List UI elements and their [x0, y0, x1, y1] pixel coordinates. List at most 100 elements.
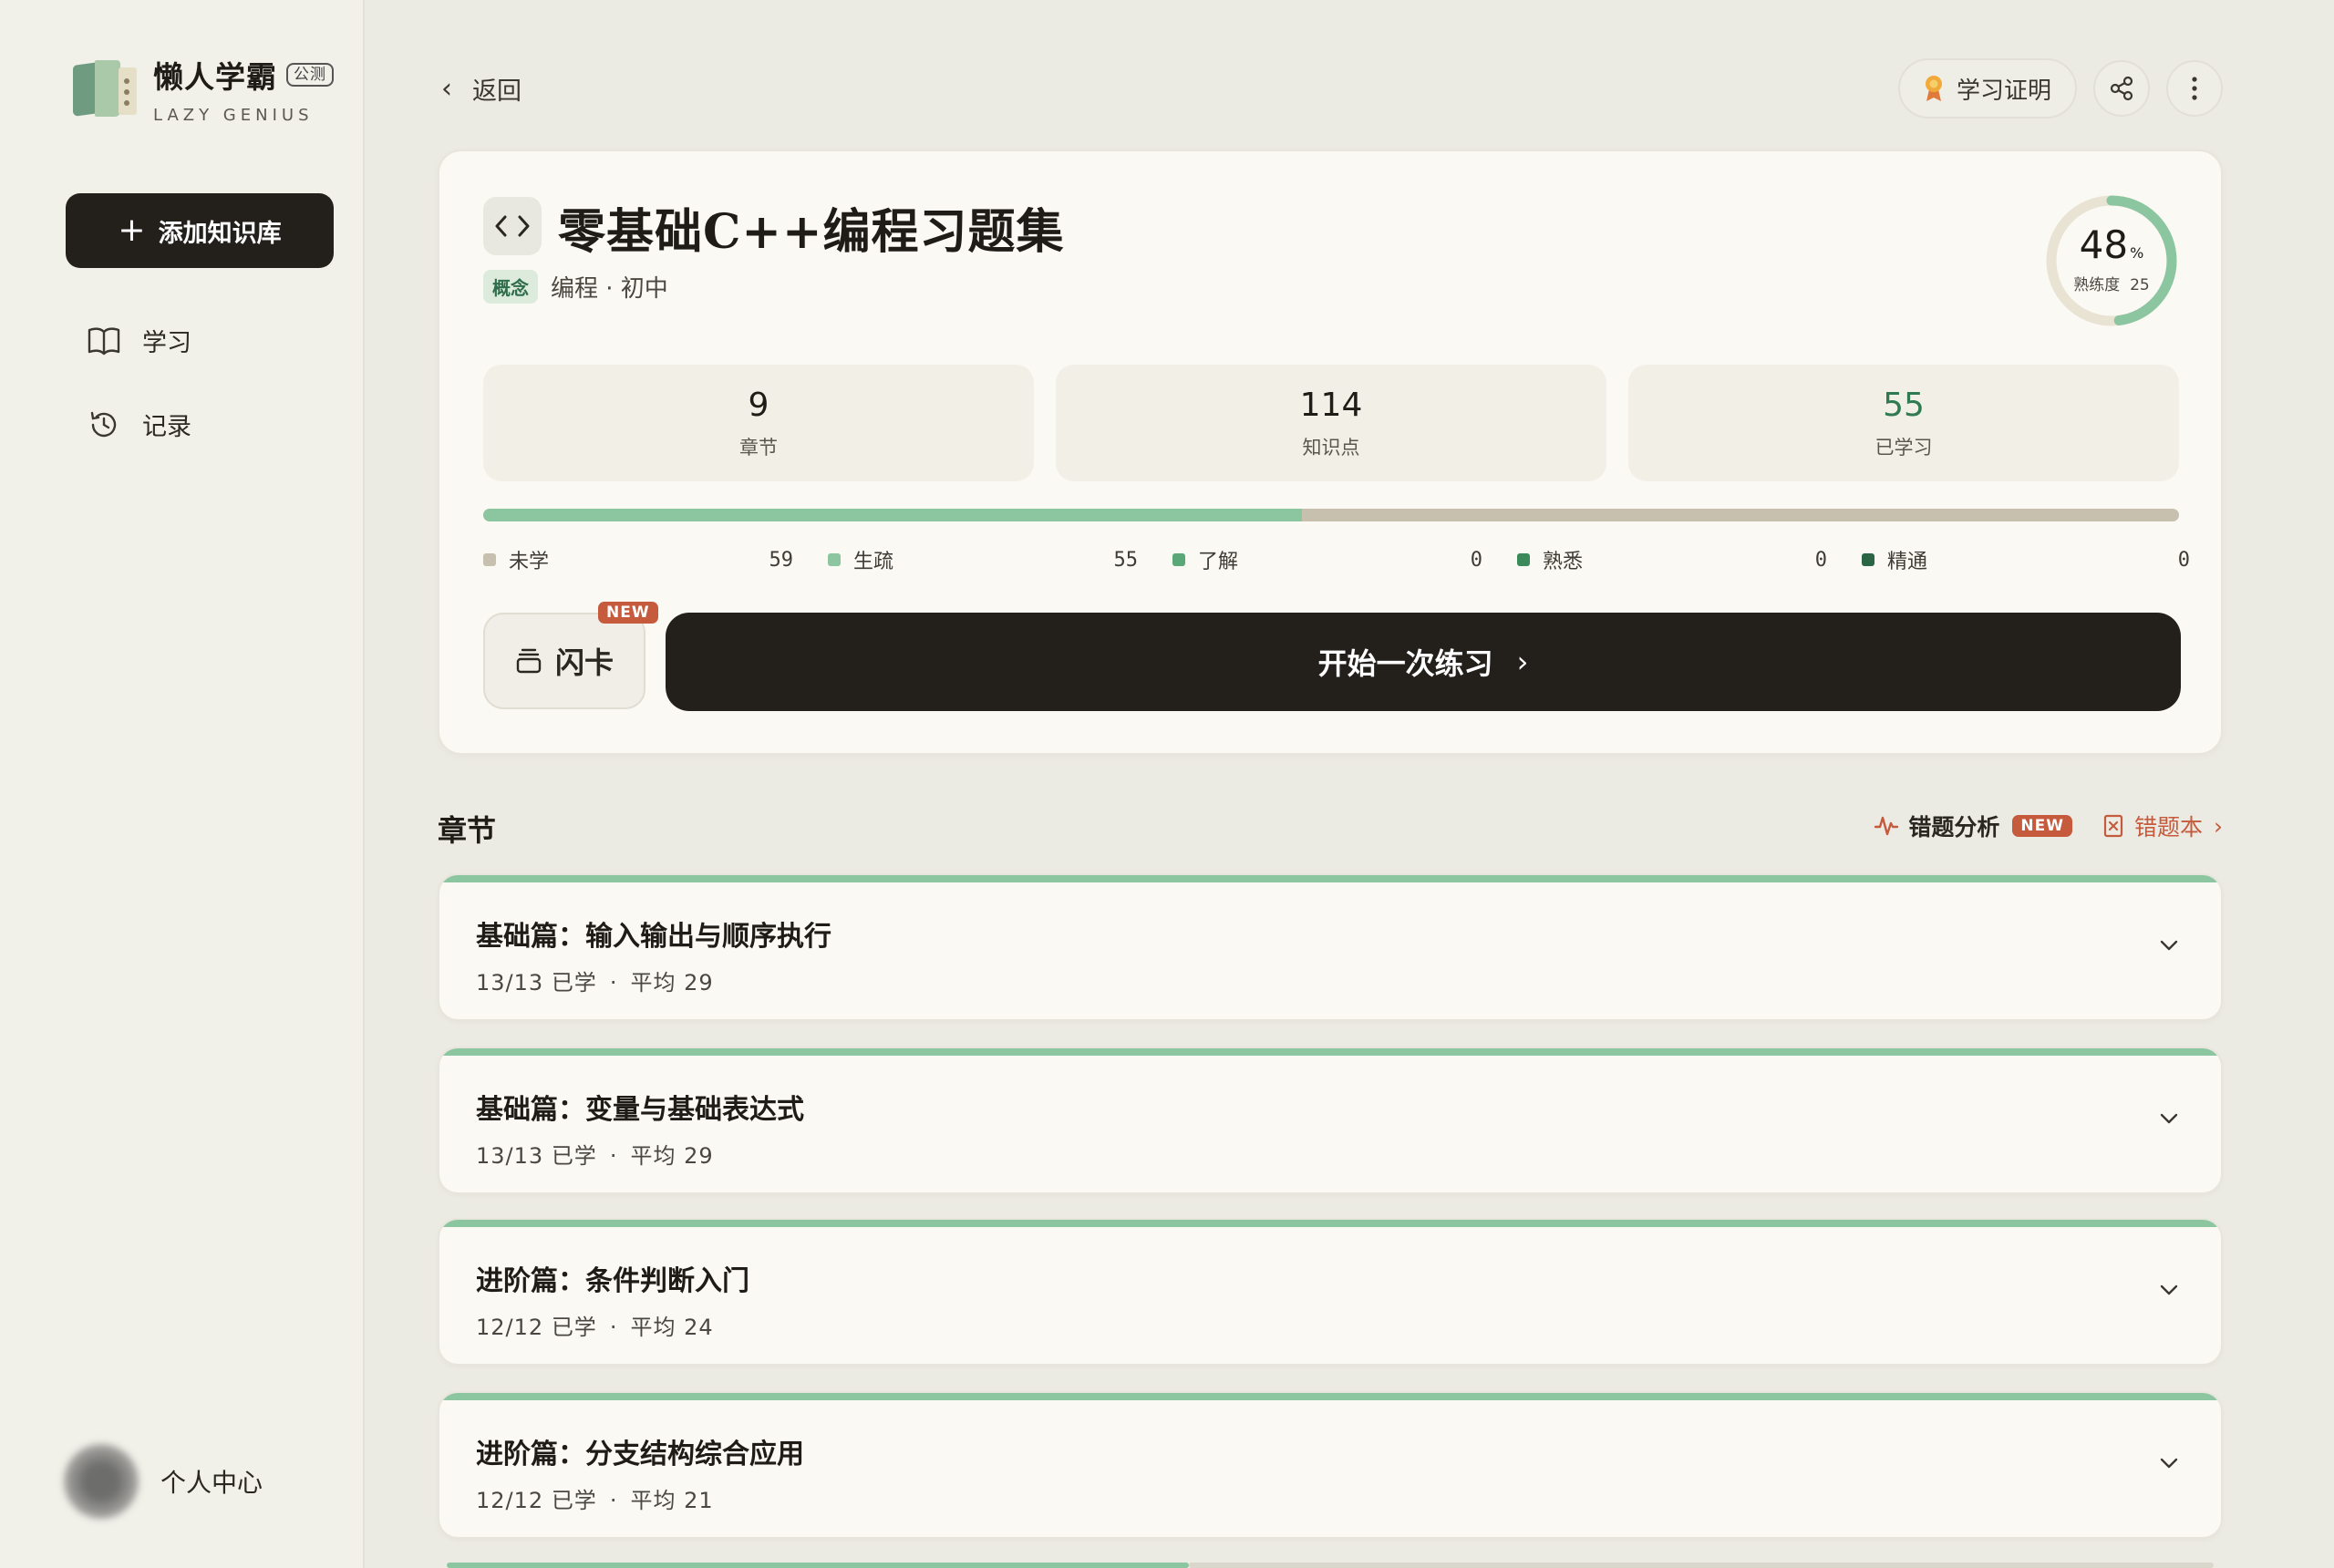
chapter-avg: 29	[684, 970, 714, 995]
error-analysis-new-badge: NEW	[2012, 815, 2072, 837]
cards-icon	[516, 648, 542, 674]
chevron-down-icon[interactable]	[2157, 1278, 2181, 1302]
chapter-card[interactable]: 基础篇：输入输出与顺序执行 13/13 已学 · 平均 29	[438, 873, 2223, 1021]
stat-label: 章节	[739, 436, 778, 459]
progress-legend: 未学 59 生疏 55 了解 0 熟悉 0 精通 0	[483, 545, 2190, 574]
chapter-progress-bar	[439, 1048, 2221, 1056]
legend-count: 59	[769, 548, 794, 572]
chevron-right-icon: ›	[2214, 812, 2223, 840]
flashcard-button[interactable]: 闪卡	[483, 613, 645, 709]
chapter-progress: 13/13	[476, 1143, 544, 1169]
course-meta: 概念 编程 · 初中	[483, 270, 668, 304]
legend-count: 0	[1470, 548, 1482, 572]
chapter-avg-label: 平均	[630, 1315, 676, 1340]
stat-chapters: 9 章节	[483, 365, 1034, 481]
stat-knowledge-points: 114 知识点	[1056, 365, 1606, 481]
legend-swatch	[483, 553, 496, 566]
plus-icon: +	[118, 211, 146, 249]
chapter-avg-label: 平均	[630, 1488, 676, 1513]
legend-item: 了解 0	[1172, 545, 1517, 574]
chevron-down-icon[interactable]	[2157, 1107, 2181, 1130]
beta-badge: 公测	[286, 63, 334, 87]
profile-label: 个人中心	[160, 1468, 263, 1498]
error-book-link[interactable]: 错题本 ›	[2103, 810, 2223, 842]
legend-count: 0	[2177, 548, 2190, 572]
chapter-title: 进阶篇：分支结构综合应用	[476, 1439, 804, 1470]
chevron-left-icon: ‹	[441, 73, 452, 105]
chapter-progress: 13/13	[476, 970, 544, 995]
mastery-value: 48	[2079, 222, 2129, 267]
legend-item: 熟悉 0	[1517, 545, 1862, 574]
legend-label: 了解	[1198, 551, 1239, 573]
stat-label: 已学习	[1874, 436, 1933, 459]
top-actions: 学习证明	[1897, 58, 2223, 119]
start-practice-button[interactable]: 开始一次练习 ›	[666, 613, 2181, 711]
book-icon	[88, 326, 120, 355]
code-icon	[483, 197, 542, 255]
chevron-down-icon[interactable]	[2157, 1451, 2181, 1475]
mastery-unit: %	[2130, 244, 2144, 262]
logo-book-icon	[71, 53, 137, 119]
legend-swatch	[828, 553, 841, 566]
legend-item: 精通 0	[1862, 545, 2190, 574]
back-label: 返回	[472, 77, 522, 106]
chapter-meta: 12/12 已学 · 平均 24	[476, 1315, 714, 1340]
chapter-title: 基础篇：变量与基础表达式	[476, 1094, 804, 1126]
chapter-avg: 29	[684, 1143, 714, 1169]
legend-count: 0	[1814, 548, 1827, 572]
chapter-learned: 已学	[551, 1488, 597, 1513]
sidebar-item-study[interactable]: 学习	[88, 323, 191, 358]
share-button[interactable]	[2093, 60, 2150, 117]
error-book-icon	[2103, 814, 2123, 838]
add-knowledge-base-label: 添加知识库	[158, 219, 282, 248]
back-button[interactable]: ‹ 返回	[441, 71, 522, 107]
chapter-progress: 12/12	[476, 1488, 544, 1513]
next-chapter-progress-bar	[447, 1563, 1189, 1568]
legend-label: 熟悉	[1543, 551, 1584, 573]
chapter-progress-bar	[439, 1220, 2221, 1227]
flashcard-label: 闪卡	[554, 645, 614, 680]
chapter-meta: 13/13 已学 · 平均 29	[476, 970, 714, 995]
certificate-label: 学习证明	[1956, 77, 2051, 105]
error-analysis-link[interactable]: 错题分析 NEW	[1874, 810, 2072, 842]
sidebar-item-label: 学习	[142, 329, 191, 357]
chevron-down-icon[interactable]	[2157, 934, 2181, 957]
chapter-meta: 13/13 已学 · 平均 29	[476, 1143, 714, 1169]
chapter-avg-label: 平均	[630, 1143, 676, 1169]
next-chapter-progress-track	[1189, 1563, 2214, 1568]
chapter-avg: 24	[684, 1315, 714, 1340]
chapter-title: 进阶篇：条件判断入门	[476, 1265, 749, 1297]
chapter-card[interactable]: 进阶篇：条件判断入门 12/12 已学 · 平均 24	[438, 1218, 2223, 1366]
more-button[interactable]	[2166, 60, 2223, 117]
course-category: 编程 · 初中	[551, 275, 668, 303]
stat-value: 114	[1299, 386, 1363, 424]
chapter-avg-label: 平均	[630, 970, 676, 995]
chapter-learned: 已学	[551, 1315, 597, 1340]
activity-icon	[1874, 816, 1899, 836]
course-card: 零基础C++编程习题集 概念 编程 · 初中 48% 熟练度 25 9 章节 1…	[438, 150, 2223, 755]
error-analysis-label: 错题分析	[1908, 814, 2000, 841]
chapters-actions: 错题分析 NEW 错题本 ›	[1874, 810, 2223, 842]
chapter-learned: 已学	[551, 1143, 597, 1169]
stat-learned: 55 已学习	[1628, 365, 2179, 481]
sidebar-item-history[interactable]: 记录	[88, 407, 191, 442]
add-knowledge-base-button[interactable]: + 添加知识库	[66, 193, 334, 268]
chapter-progress-bar	[439, 875, 2221, 882]
chapter-card[interactable]: 进阶篇：分支结构综合应用 12/12 已学 · 平均 21	[438, 1391, 2223, 1539]
history-icon	[90, 411, 117, 437]
flashcard-new-badge: NEW	[598, 602, 658, 624]
legend-label: 生疏	[853, 551, 894, 573]
course-title: 零基础C++编程习题集	[558, 204, 1065, 260]
app-logo[interactable]: 懒人学霸 公测 LAZY GENIUS	[71, 53, 334, 125]
chapter-meta: 12/12 已学 · 平均 21	[476, 1488, 714, 1513]
certificate-button[interactable]: 学习证明	[1897, 58, 2077, 119]
chapter-avg: 21	[684, 1488, 714, 1513]
type-tag: 概念	[483, 270, 538, 304]
legend-label: 精通	[1887, 551, 1928, 573]
stat-value: 9	[748, 386, 769, 424]
chapter-card[interactable]: 基础篇：变量与基础表达式 13/13 已学 · 平均 29	[438, 1047, 2223, 1194]
profile-link[interactable]: 个人中心	[64, 1444, 263, 1519]
chapter-learned: 已学	[551, 970, 597, 995]
progress-fill	[483, 509, 1303, 521]
legend-item: 生疏 55	[828, 545, 1172, 574]
